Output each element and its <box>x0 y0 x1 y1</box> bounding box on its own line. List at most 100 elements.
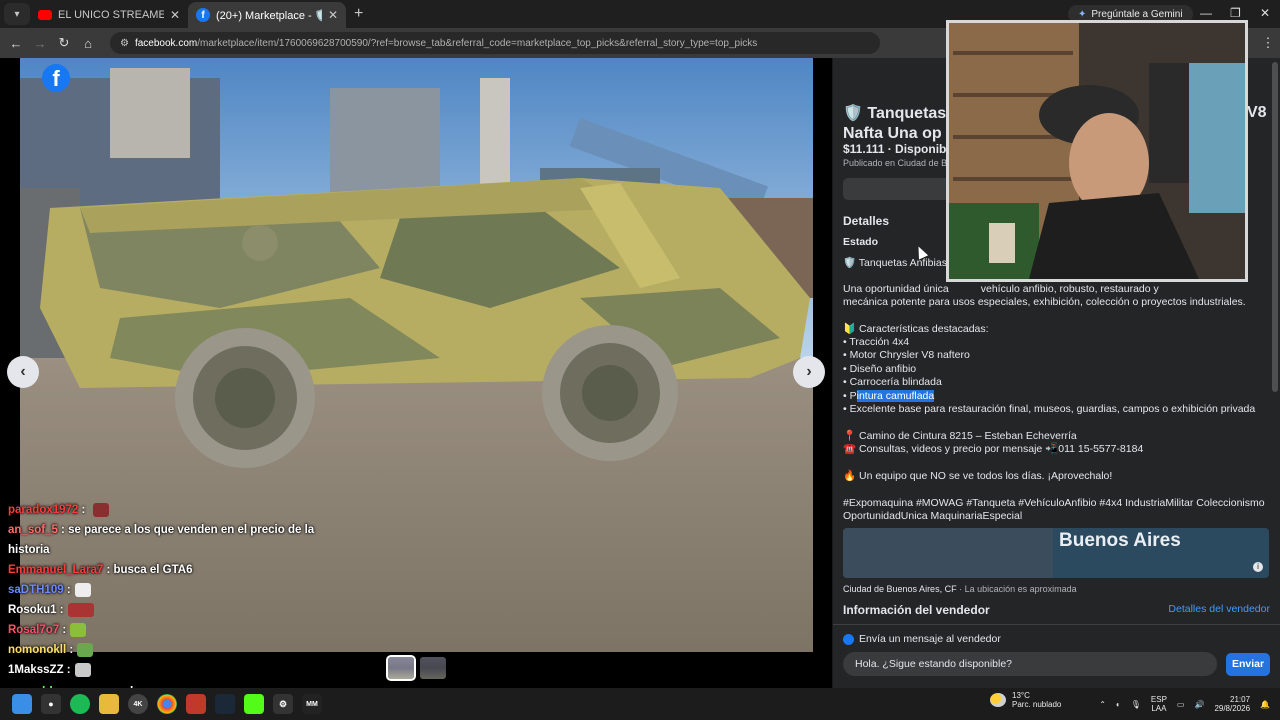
spotify-icon[interactable] <box>70 694 90 714</box>
feature-item: • Tracción 4x4 <box>843 336 910 348</box>
weather-condition: Parc. nublado <box>1012 700 1062 709</box>
teaser-line: 🔥 Un equipo que NO se ve todos los días.… <box>843 470 1113 482</box>
minimize-icon[interactable]: — <box>1200 6 1212 20</box>
chat-username: 1MakssZZ <box>8 664 64 676</box>
settings-icon[interactable]: ⚙ <box>273 694 293 714</box>
photo-thumbnail[interactable] <box>420 657 446 679</box>
windows-start-icon[interactable] <box>12 694 32 714</box>
previous-photo-button[interactable]: ‹ <box>7 356 39 388</box>
url-path: /marketplace/item/1760069628700590/?ref=… <box>197 37 758 49</box>
chat-emote-icon <box>74 582 91 597</box>
chat-line: an_sof_5 : se parece a los que venden en… <box>8 520 328 540</box>
microphone-icon[interactable]: 🎙 <box>1131 700 1141 709</box>
next-photo-button[interactable]: › <box>793 356 825 388</box>
clock-date: 29/8/2026 <box>1214 704 1251 713</box>
chat-username: saDTH109 <box>8 584 64 596</box>
seller-details-link[interactable]: Detalles del vendedor <box>1168 603 1270 615</box>
mm-app-icon[interactable]: MM <box>302 694 322 714</box>
chat-username: Rosal7o7 <box>8 624 60 636</box>
info-icon[interactable]: i <box>1253 562 1263 572</box>
back-icon[interactable]: ← <box>4 36 28 51</box>
close-icon[interactable]: ✕ <box>328 8 338 22</box>
gemini-icon: ✦ <box>1078 8 1087 20</box>
chat-line: Emmanuel_Lara7 : busca el GTA6 <box>8 560 328 580</box>
chat-emote-icon <box>70 622 87 637</box>
facebook-icon: f <box>196 8 210 22</box>
chat-message: : <box>59 624 67 636</box>
map-land <box>843 528 1053 578</box>
tab-search-button[interactable]: ▾ <box>4 3 30 25</box>
listing-title-line: Nafta Una op <box>843 125 942 142</box>
selected-text: intura camuflada <box>856 390 935 402</box>
chat-username: an_sof_5 <box>8 524 58 536</box>
volume-icon[interactable]: 🔊 <box>1194 700 1204 709</box>
address-line: 📍 Camino de Cintura 8215 – Esteban Echev… <box>843 430 1077 442</box>
language-layout: LAA <box>1151 704 1167 713</box>
steam-icon[interactable] <box>215 694 235 714</box>
chat-line: Rosoku1 : <box>8 600 328 620</box>
reload-icon[interactable]: ↻ <box>52 35 76 51</box>
url-domain: facebook.com <box>134 37 198 49</box>
chat-line: historia <box>8 540 328 560</box>
message-action-button[interactable] <box>843 178 953 200</box>
forward-icon[interactable]: → <box>28 36 52 51</box>
location-text: Ciudad de Buenos Aires, CF · La ubicació… <box>843 584 1077 594</box>
kick-icon[interactable] <box>244 694 264 714</box>
message-input[interactable]: Hola. ¿Sigue estando disponible? <box>843 652 1217 676</box>
listing-title: 🛡️ Tanquetas Nafta Una op <box>843 104 963 144</box>
hashtags-line: #Expomaquina #MOWAG #Tanqueta #VehículoA… <box>843 497 1265 509</box>
feature-item: • Carrocería blindada <box>843 376 942 388</box>
feature-item: • Excelente base para restauración final… <box>843 403 1256 415</box>
network-icon[interactable]: ◐ <box>1116 700 1121 709</box>
send-button[interactable]: Enviar <box>1226 653 1270 676</box>
url-field[interactable]: ⚙ facebook.com/marketplace/item/17600696… <box>110 32 880 54</box>
chat-message: : se parece a los que venden en el preci… <box>57 524 315 536</box>
file-explorer-icon[interactable] <box>99 694 119 714</box>
streamer-webcam-overlay <box>946 20 1248 282</box>
obs-icon[interactable]: ● <box>41 694 61 714</box>
weather-icon <box>990 693 1006 707</box>
window-close-icon[interactable]: ✕ <box>1260 6 1270 20</box>
listing-title-tail: V8 <box>1247 104 1267 121</box>
divider <box>833 624 1280 625</box>
chat-username: Emmanuel_Lara7 <box>8 564 104 576</box>
site-info-icon[interactable]: ⚙ <box>120 38 129 49</box>
chat-message: : busca el GTA6 <box>103 564 193 576</box>
hashtags-line: OportunidadUnica MaquinariaEspecial <box>843 510 1023 522</box>
chat-message: : <box>56 604 64 616</box>
condition-label: Estado <box>843 236 879 248</box>
photo-thumbnail[interactable] <box>386 655 416 681</box>
close-icon[interactable]: ✕ <box>170 8 180 22</box>
chat-message: : <box>66 644 74 656</box>
4k-app-icon[interactable]: 4K <box>128 694 148 714</box>
chat-username: paradox1972 <box>8 504 79 516</box>
chat-message: : <box>63 584 71 596</box>
location-note: · La ubicación es aproximada <box>956 584 1077 594</box>
chrome-icon[interactable] <box>157 694 177 714</box>
chat-username: nomonokll <box>8 644 67 656</box>
location-map[interactable]: Buenos Aires i <box>843 528 1269 578</box>
chat-line: Rosal7o7 : <box>8 620 328 640</box>
chat-line: 1MakssZZ : <box>8 660 328 680</box>
gemini-label: Pregúntale a Gemini <box>1091 8 1183 20</box>
display-icon[interactable]: ▭ <box>1177 700 1185 709</box>
description-line: Una oportunidad única vehículo anfibio, … <box>843 283 1159 295</box>
message-heading-label: Envía un mensaje al vendedor <box>859 633 1001 645</box>
facebook-logo[interactable]: f <box>42 64 70 92</box>
seller-heading: Información del vendedor <box>843 603 990 617</box>
clock[interactable]: 21:07 29/8/2026 <box>1214 695 1250 713</box>
weather-widget[interactable]: 13°C Parc. nublado <box>990 691 1061 709</box>
tab-marketplace[interactable]: f (20+) Marketplace - 🛡️ Tanque ✕ <box>188 2 346 28</box>
photo-thumbnails <box>386 655 446 681</box>
chevron-up-icon[interactable]: ⌃ <box>1099 700 1106 709</box>
new-tab-icon[interactable]: + <box>354 5 363 23</box>
app-icon[interactable] <box>186 694 206 714</box>
language-indicator[interactable]: ESP LAA <box>1151 695 1167 713</box>
notification-icon[interactable]: 🔔 <box>1260 700 1270 709</box>
home-icon[interactable]: ⌂ <box>76 36 100 51</box>
tab-youtube[interactable]: EL UNICO STREAMER QUE ME ✕ <box>30 2 188 28</box>
chat-username: Rosoku1 <box>8 604 57 616</box>
maximize-icon[interactable]: ❐ <box>1230 6 1241 20</box>
menu-icon[interactable]: ⋮ <box>1256 35 1280 51</box>
feature-text: • P <box>843 390 857 402</box>
